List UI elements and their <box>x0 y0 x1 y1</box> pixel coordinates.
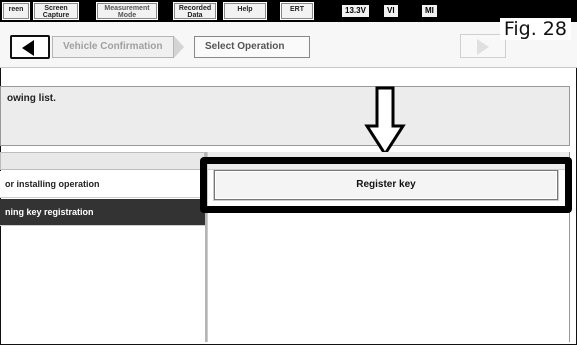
screen-capture-button[interactable]: Screen Capture <box>33 2 79 20</box>
down-arrow-icon <box>364 86 406 157</box>
list-header <box>0 152 205 170</box>
measurement-mode-button[interactable]: Measurement Mode <box>96 2 158 20</box>
screen-capture-label-2: Capture <box>42 12 70 19</box>
mi-indicator: MI <box>422 5 437 17</box>
list-item[interactable]: ning key registration <box>0 199 205 226</box>
breadcrumb-arrow-icon <box>174 36 184 58</box>
screen-button[interactable]: reen <box>2 2 30 20</box>
instruction-text: owing list. <box>7 93 56 104</box>
recorded-data-label-1: Recorded <box>178 5 212 12</box>
instruction-panel: owing list. <box>0 86 570 146</box>
help-button[interactable]: Help <box>223 2 267 20</box>
back-button[interactable] <box>10 35 50 59</box>
list-item[interactable]: or installing operation <box>0 171 205 198</box>
breadcrumb-select-operation: Select Operation <box>194 36 310 58</box>
help-button-label: Help <box>237 6 253 13</box>
voltage-readout: 13.3V <box>342 5 369 17</box>
figure-label: Fig. 28 <box>499 18 571 40</box>
ert-button-label: ERT <box>290 6 304 13</box>
top-toolbar: reen Screen Capture Measurement Mode Rec… <box>0 0 577 22</box>
breadcrumb: Vehicle Confirmation Select Operation <box>0 22 577 68</box>
next-arrow-icon <box>477 39 489 55</box>
ert-button[interactable]: ERT <box>280 2 314 20</box>
vi-indicator: VI <box>384 5 398 17</box>
recorded-data-button[interactable]: Recorded Data <box>173 2 217 20</box>
recorded-data-label-2: Data <box>187 12 203 19</box>
back-arrow-icon <box>22 40 34 56</box>
breadcrumb-vehicle-confirmation[interactable]: Vehicle Confirmation <box>52 36 174 58</box>
register-key-button[interactable]: Register key <box>214 170 558 200</box>
screen-capture-label-1: Screen <box>44 5 68 12</box>
measurement-mode-label-2: Mode <box>117 12 137 19</box>
measurement-mode-label-1: Measurement <box>104 5 150 12</box>
screen-button-label: reen <box>8 6 24 13</box>
